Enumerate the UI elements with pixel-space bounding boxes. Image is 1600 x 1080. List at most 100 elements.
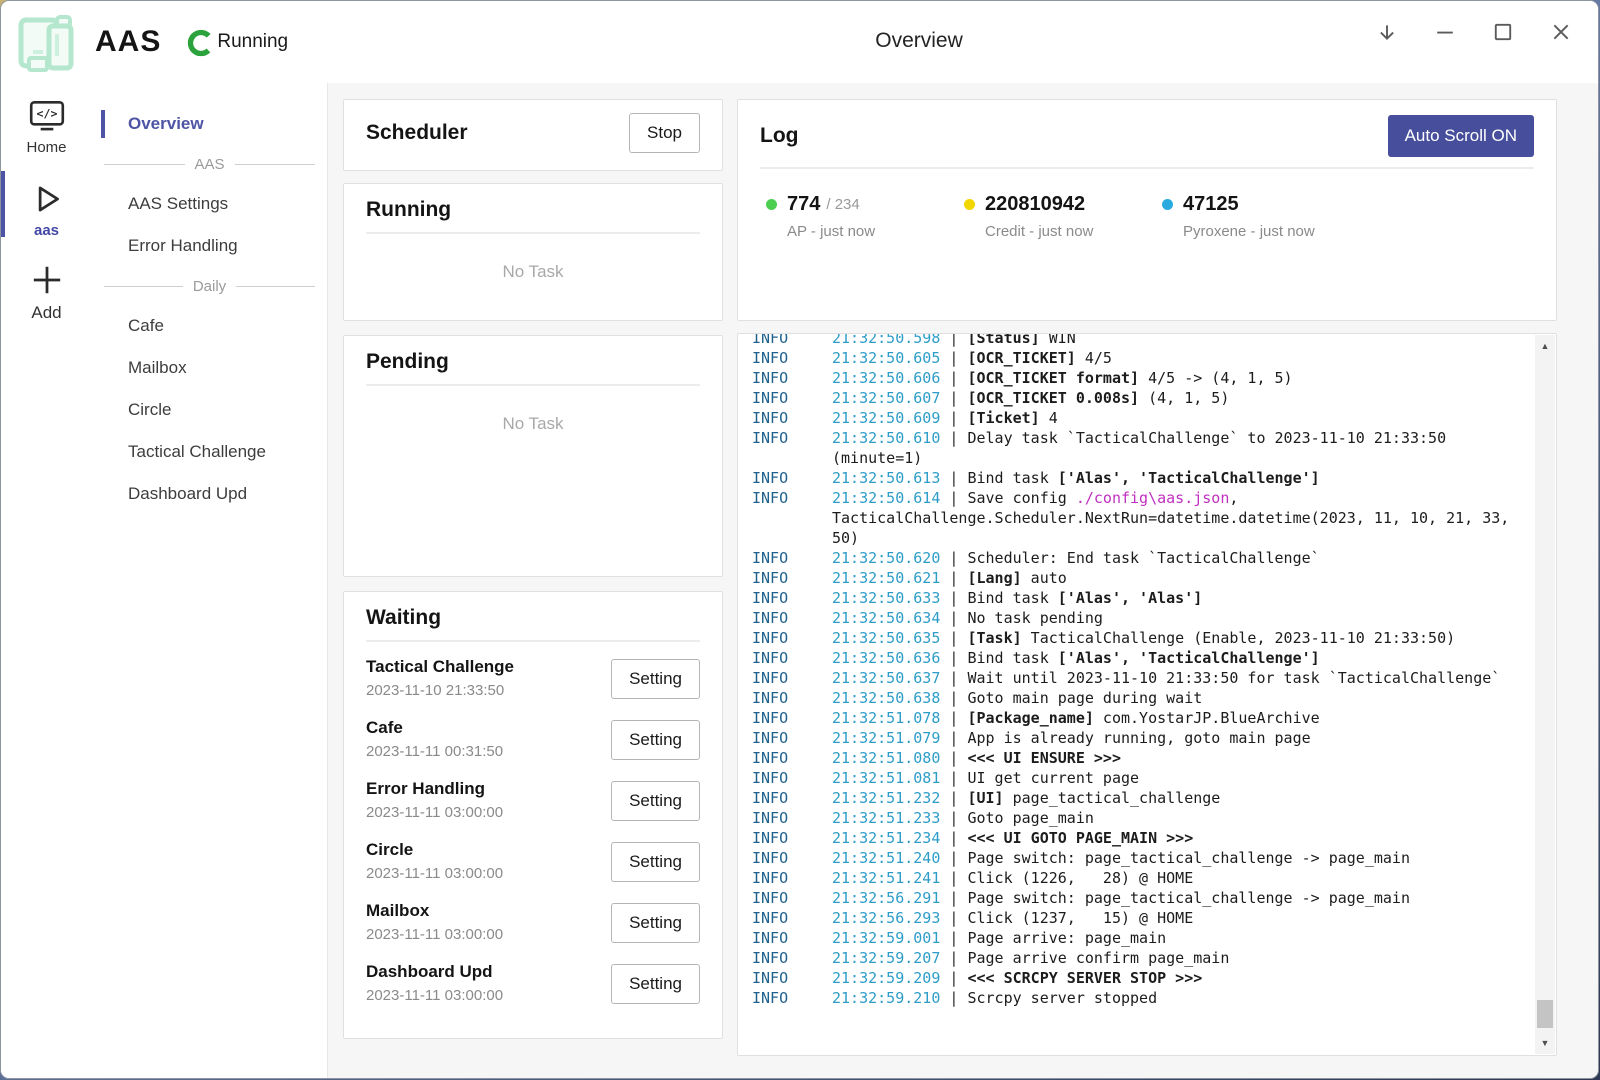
log-level: INFO (752, 408, 832, 428)
log-message: 21:32:50.636 | Bind task ['Alas', 'Tacti… (832, 648, 1526, 668)
log-level: INFO (752, 868, 832, 888)
rail-item-home[interactable]: </> Home (1, 99, 92, 156)
log-separator: | (940, 429, 967, 447)
log-entry: INFO21:32:51.081 | UI get current page (752, 768, 1526, 788)
log-level: INFO (752, 648, 832, 668)
scroll-down-arrow-icon[interactable]: ▼ (1535, 1034, 1555, 1052)
log-text-segment: App is already running, goto main page (967, 729, 1310, 747)
scheduler-title: Scheduler (366, 121, 468, 145)
log-separator: | (940, 809, 967, 827)
log-text-segment: UI get current page (967, 769, 1139, 787)
log-text-segment: [Lang] (967, 569, 1021, 587)
log-separator: | (940, 929, 967, 947)
pending-empty-text: No Task (344, 414, 722, 434)
task-name: Cafe (366, 716, 503, 740)
log-message: 21:32:51.080 | <<< UI ENSURE >>> (832, 748, 1526, 768)
log-level: INFO (752, 488, 832, 548)
stat-label: Credit - just now (985, 223, 1162, 240)
sidebar-item-overview[interactable]: Overview (92, 103, 327, 145)
scroll-up-arrow-icon[interactable]: ▲ (1535, 337, 1555, 355)
log-level: INFO (752, 788, 832, 808)
log-separator: | (940, 549, 967, 567)
log-separator: | (940, 333, 967, 347)
log-entry: INFO21:32:51.232 | [UI] page_tactical_ch… (752, 788, 1526, 808)
sidebar-item-mailbox[interactable]: Mailbox (92, 347, 327, 389)
log-message: 21:32:51.240 | Page switch: page_tactica… (832, 848, 1526, 868)
rail-item-add[interactable]: Add (1, 261, 92, 323)
log-scrollbar[interactable]: ▲ ▼ (1535, 335, 1555, 1054)
log-separator: | (940, 769, 967, 787)
log-entry: INFO21:32:59.210 | Scrcpy server stopped (752, 988, 1526, 1008)
log-level: INFO (752, 768, 832, 788)
sidebar-item-label: Tactical Challenge (128, 442, 266, 462)
log-entry: INFO21:32:59.209 | <<< SCRCPY SERVER STO… (752, 968, 1526, 988)
sidebar-item-dashboard-upd[interactable]: Dashboard Upd (92, 473, 327, 515)
arrow-down-button[interactable] (1376, 21, 1398, 43)
log-output[interactable]: INFO21:32:50.598 | [Status] WININFO21:32… (752, 333, 1526, 1008)
log-text-segment: Goto page_main (967, 809, 1093, 827)
log-timestamp: 21:32:51.080 (832, 749, 940, 767)
log-level: INFO (752, 368, 832, 388)
rail-active-indicator (1, 171, 5, 237)
minimize-button[interactable] (1434, 21, 1456, 43)
setting-button[interactable]: Setting (611, 964, 700, 1004)
stat-dot-icon (964, 199, 975, 210)
sidebar-item-error-handling[interactable]: Error Handling (92, 225, 327, 267)
sidebar-section-aas: AAS (92, 145, 327, 183)
log-message: 21:32:59.209 | <<< SCRCPY SERVER STOP >>… (832, 968, 1526, 988)
stat-ap: 774/ 234AP - just now (766, 193, 964, 240)
sidebar-section-label: AAS (195, 156, 225, 173)
setting-button[interactable]: Setting (611, 659, 700, 699)
auto-scroll-button[interactable]: Auto Scroll ON (1388, 115, 1534, 157)
waiting-title: Waiting (366, 606, 441, 630)
scheduler-card: Scheduler Stop (343, 99, 723, 171)
log-text-segment: <<< SCRCPY SERVER STOP >>> (967, 969, 1202, 987)
log-level: INFO (752, 728, 832, 748)
log-separator: | (940, 889, 967, 907)
rail-item-aas[interactable]: aas (1, 180, 92, 239)
stat-suffix: / 234 (826, 196, 859, 213)
log-separator: | (940, 669, 967, 687)
scrollbar-thumb[interactable] (1537, 1000, 1553, 1028)
log-text-segment: Save config (967, 489, 1075, 507)
stop-button[interactable]: Stop (629, 113, 700, 153)
sidebar-item-circle[interactable]: Circle (92, 389, 327, 431)
setting-button[interactable]: Setting (611, 781, 700, 821)
maximize-button[interactable] (1492, 21, 1514, 43)
log-header-card: Log Auto Scroll ON 774/ 234AP - just now… (737, 99, 1557, 321)
log-message: 21:32:50.638 | Goto main page during wai… (832, 688, 1526, 708)
app-logo-icon (13, 12, 77, 76)
log-message: 21:32:50.614 | Save config ./config\aas.… (832, 488, 1526, 548)
log-entry: INFO21:32:59.001 | Page arrive: page_mai… (752, 928, 1526, 948)
task-info: Mailbox2023-11-11 03:00:00 (366, 899, 503, 947)
setting-button[interactable]: Setting (611, 842, 700, 882)
close-button[interactable] (1550, 21, 1572, 43)
running-title: Running (366, 198, 451, 222)
log-separator: | (940, 749, 967, 767)
sidebar-item-cafe[interactable]: Cafe (92, 305, 327, 347)
log-timestamp: 21:32:59.001 (832, 929, 940, 947)
log-entry: INFO21:32:59.207 | Page arrive confirm p… (752, 948, 1526, 968)
log-separator: | (940, 609, 967, 627)
log-timestamp: 21:32:50.610 (832, 429, 940, 447)
setting-button[interactable]: Setting (611, 903, 700, 943)
log-entry: INFO21:32:51.080 | <<< UI ENSURE >>> (752, 748, 1526, 768)
log-separator: | (940, 869, 967, 887)
task-info: Tactical Challenge2023-11-10 21:33:50 (366, 655, 514, 703)
log-timestamp: 21:32:50.609 (832, 409, 940, 427)
log-entry: INFO21:32:50.634 | No task pending (752, 608, 1526, 628)
log-text-segment: (4, 1, 5) (1139, 389, 1229, 407)
log-text-segment: <<< UI GOTO PAGE_MAIN >>> (967, 829, 1193, 847)
log-text-segment: [Package_name] (967, 709, 1093, 727)
log-entry: INFO21:32:50.613 | Bind task ['Alas', 'T… (752, 468, 1526, 488)
log-entry: INFO21:32:50.638 | Goto main page during… (752, 688, 1526, 708)
setting-button[interactable]: Setting (611, 720, 700, 760)
task-next-run: 2023-11-11 03:00:00 (366, 923, 503, 947)
sidebar-item-aas-settings[interactable]: AAS Settings (92, 183, 327, 225)
sidebar-section-daily: Daily (92, 267, 327, 305)
log-message: 21:32:50.637 | Wait until 2023-11-10 21:… (832, 668, 1526, 688)
sidebar-item-tactical-challenge[interactable]: Tactical Challenge (92, 431, 327, 473)
log-message: 21:32:50.607 | [OCR_TICKET 0.008s] (4, 1… (832, 388, 1526, 408)
sidebar-item-label: Error Handling (128, 236, 238, 256)
log-text-segment: auto (1022, 569, 1067, 587)
